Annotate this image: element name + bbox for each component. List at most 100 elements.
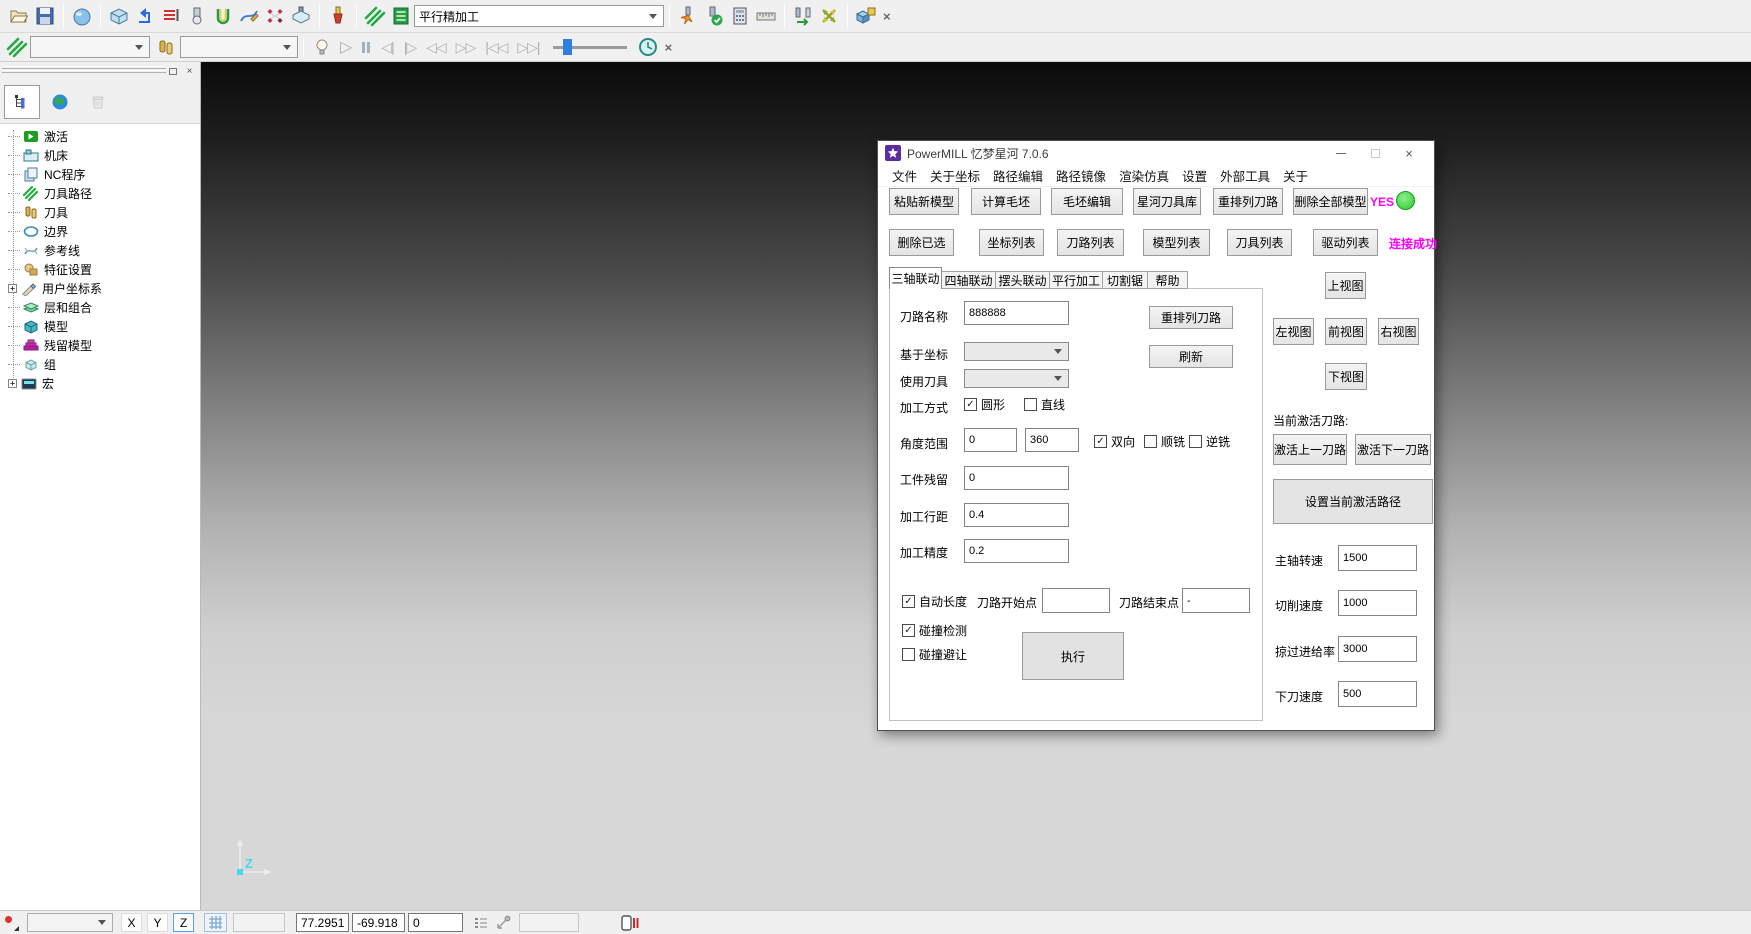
menu-file[interactable]: 文件: [892, 166, 917, 185]
use-tool-combobox[interactable]: [964, 369, 1069, 388]
set-active-path-button[interactable]: 设置当前激活路径: [1273, 479, 1433, 524]
toolpath-icon[interactable]: [362, 3, 388, 29]
calculator-icon[interactable]: [727, 3, 753, 29]
circular-checkbox[interactable]: [964, 398, 977, 411]
plunge-feed-input[interactable]: [1338, 681, 1417, 707]
tool-holder-icon[interactable]: [325, 3, 351, 29]
z-level-icon[interactable]: [158, 3, 184, 29]
menu-path-edit[interactable]: 路径编辑: [993, 166, 1043, 185]
tree-item-tools[interactable]: 刀具: [8, 203, 200, 222]
web-tab[interactable]: [42, 85, 78, 119]
bottom-view-button[interactable]: 下视图: [1325, 363, 1367, 390]
cutting-feed-input[interactable]: [1338, 590, 1417, 616]
maximize-icon[interactable]: [1358, 142, 1392, 164]
menu-path-mirror[interactable]: 路径镜像: [1056, 166, 1106, 185]
menu-settings[interactable]: 设置: [1182, 166, 1207, 185]
expand-toggle-icon[interactable]: +: [8, 379, 17, 388]
auto-length-checkbox[interactable]: [902, 595, 915, 608]
fast-forward-icon[interactable]: ▷▷: [456, 39, 476, 56]
close-icon[interactable]: ×: [879, 9, 895, 24]
speed-slider[interactable]: [553, 39, 627, 55]
pattern-icon[interactable]: [262, 3, 288, 29]
coord-list-button[interactable]: 坐标列表: [979, 229, 1044, 256]
curve-editor-icon[interactable]: [236, 3, 262, 29]
locate-icon[interactable]: [495, 915, 511, 931]
light-icon[interactable]: [309, 34, 335, 60]
tree-item-boundaries[interactable]: 边界: [8, 222, 200, 241]
go-end-icon[interactable]: ▷▷|: [517, 39, 539, 56]
tool-list-button[interactable]: 刀具列表: [1227, 229, 1292, 256]
top-view-button[interactable]: 上视图: [1325, 272, 1366, 299]
start-point-input[interactable]: [1042, 588, 1110, 613]
block-tool-icon[interactable]: [288, 3, 314, 29]
explorer-tree-tab[interactable]: [4, 85, 40, 119]
panel-grip[interactable]: ×: [0, 62, 200, 80]
menu-about[interactable]: 关于: [1283, 166, 1308, 185]
toolpath-list-icon[interactable]: [388, 3, 414, 29]
boundary-icon[interactable]: [210, 3, 236, 29]
toolpath-icon[interactable]: [4, 34, 30, 60]
tree-item-activate[interactable]: 激活: [8, 127, 200, 146]
climb-checkbox[interactable]: [1144, 435, 1157, 448]
open-file-icon[interactable]: [6, 3, 32, 29]
grid-icon[interactable]: [204, 913, 227, 932]
tab-3axis[interactable]: 三轴联动: [889, 267, 942, 289]
menu-render-sim[interactable]: 渲染仿真: [1119, 166, 1169, 185]
tree-item-macros[interactable]: +宏: [8, 374, 200, 393]
rewind-icon[interactable]: ◁◁: [426, 39, 446, 56]
step-forward-icon[interactable]: |▷: [404, 39, 416, 56]
tab-help[interactable]: 帮助: [1148, 271, 1188, 289]
rearr-toolpath-button[interactable]: 重排列刀路: [1149, 306, 1233, 329]
tab-parallel[interactable]: 平行加工: [1050, 271, 1103, 289]
stepover-input[interactable]: [964, 503, 1069, 527]
linear-checkbox[interactable]: [1024, 398, 1037, 411]
delete-all-models-button[interactable]: 删除全部模型: [1293, 188, 1368, 215]
edit-block-button[interactable]: 毛坯编辑: [1051, 188, 1123, 215]
collision-check-checkbox[interactable]: [902, 624, 915, 637]
sim-toolpath-combobox[interactable]: [30, 36, 150, 58]
compare-blocks-icon[interactable]: [853, 3, 879, 29]
tab-head-tilt[interactable]: 摆头联动: [996, 271, 1050, 289]
conventional-checkbox[interactable]: [1189, 435, 1202, 448]
delete-selected-button[interactable]: 删除已选: [889, 229, 954, 256]
tree-item-workplanes[interactable]: +用户坐标系: [8, 279, 200, 298]
play-icon[interactable]: ▷: [340, 37, 351, 57]
skim-feed-input[interactable]: [1338, 636, 1417, 662]
tool-verify-icon[interactable]: [701, 3, 727, 29]
dialog-titlebar[interactable]: PowerMILL 忆梦星河 7.0.6 ×: [878, 141, 1434, 165]
tree-item-feature-sets[interactable]: 特征设置: [8, 260, 200, 279]
toolpath-edit-icon[interactable]: [132, 3, 158, 29]
collision-avoid-checkbox[interactable]: [902, 648, 915, 661]
tool-library-button[interactable]: 星河刀具库: [1133, 188, 1201, 215]
tolerance-input[interactable]: [964, 539, 1069, 563]
stock-allowance-input[interactable]: [964, 466, 1069, 490]
end-point-input[interactable]: [1182, 588, 1250, 613]
tab-saw[interactable]: 切割锯: [1103, 271, 1148, 289]
left-view-button[interactable]: 左视图: [1273, 318, 1314, 345]
pause-icon[interactable]: [361, 42, 371, 53]
toolpath-list-button[interactable]: 刀路列表: [1057, 229, 1124, 256]
spindle-speed-input[interactable]: [1338, 545, 1417, 571]
drive-list-button[interactable]: 驱动列表: [1313, 229, 1378, 256]
tool-icon[interactable]: [154, 34, 180, 60]
front-view-button[interactable]: 前视图: [1325, 318, 1367, 345]
simulation-clock-icon[interactable]: [635, 34, 661, 60]
execute-button[interactable]: 执行: [1022, 632, 1124, 680]
axis-x-button[interactable]: X: [121, 913, 142, 932]
block-icon[interactable]: [106, 3, 132, 29]
tree-item-levels[interactable]: 层和组合: [8, 298, 200, 317]
axis-y-button[interactable]: Y: [147, 913, 168, 932]
tree-item-nc-program[interactable]: NC程序: [8, 165, 200, 184]
tab-4axis[interactable]: 四轴联动: [942, 271, 996, 289]
ball-tool-icon[interactable]: [184, 3, 210, 29]
close-icon[interactable]: ×: [661, 40, 677, 55]
axis-z-button[interactable]: Z: [173, 913, 194, 932]
sim-tool-combobox[interactable]: [180, 36, 298, 58]
draw-dot-icon[interactable]: [3, 914, 21, 932]
menu-coords[interactable]: 关于坐标: [930, 166, 980, 185]
tree-item-toolpaths[interactable]: 刀具路径: [8, 184, 200, 203]
angle-from-input[interactable]: [964, 428, 1017, 452]
tree-item-patterns[interactable]: 参考线: [8, 241, 200, 260]
recycle-bin-tab[interactable]: [80, 85, 116, 119]
step-back-icon[interactable]: ◁|: [381, 39, 393, 56]
